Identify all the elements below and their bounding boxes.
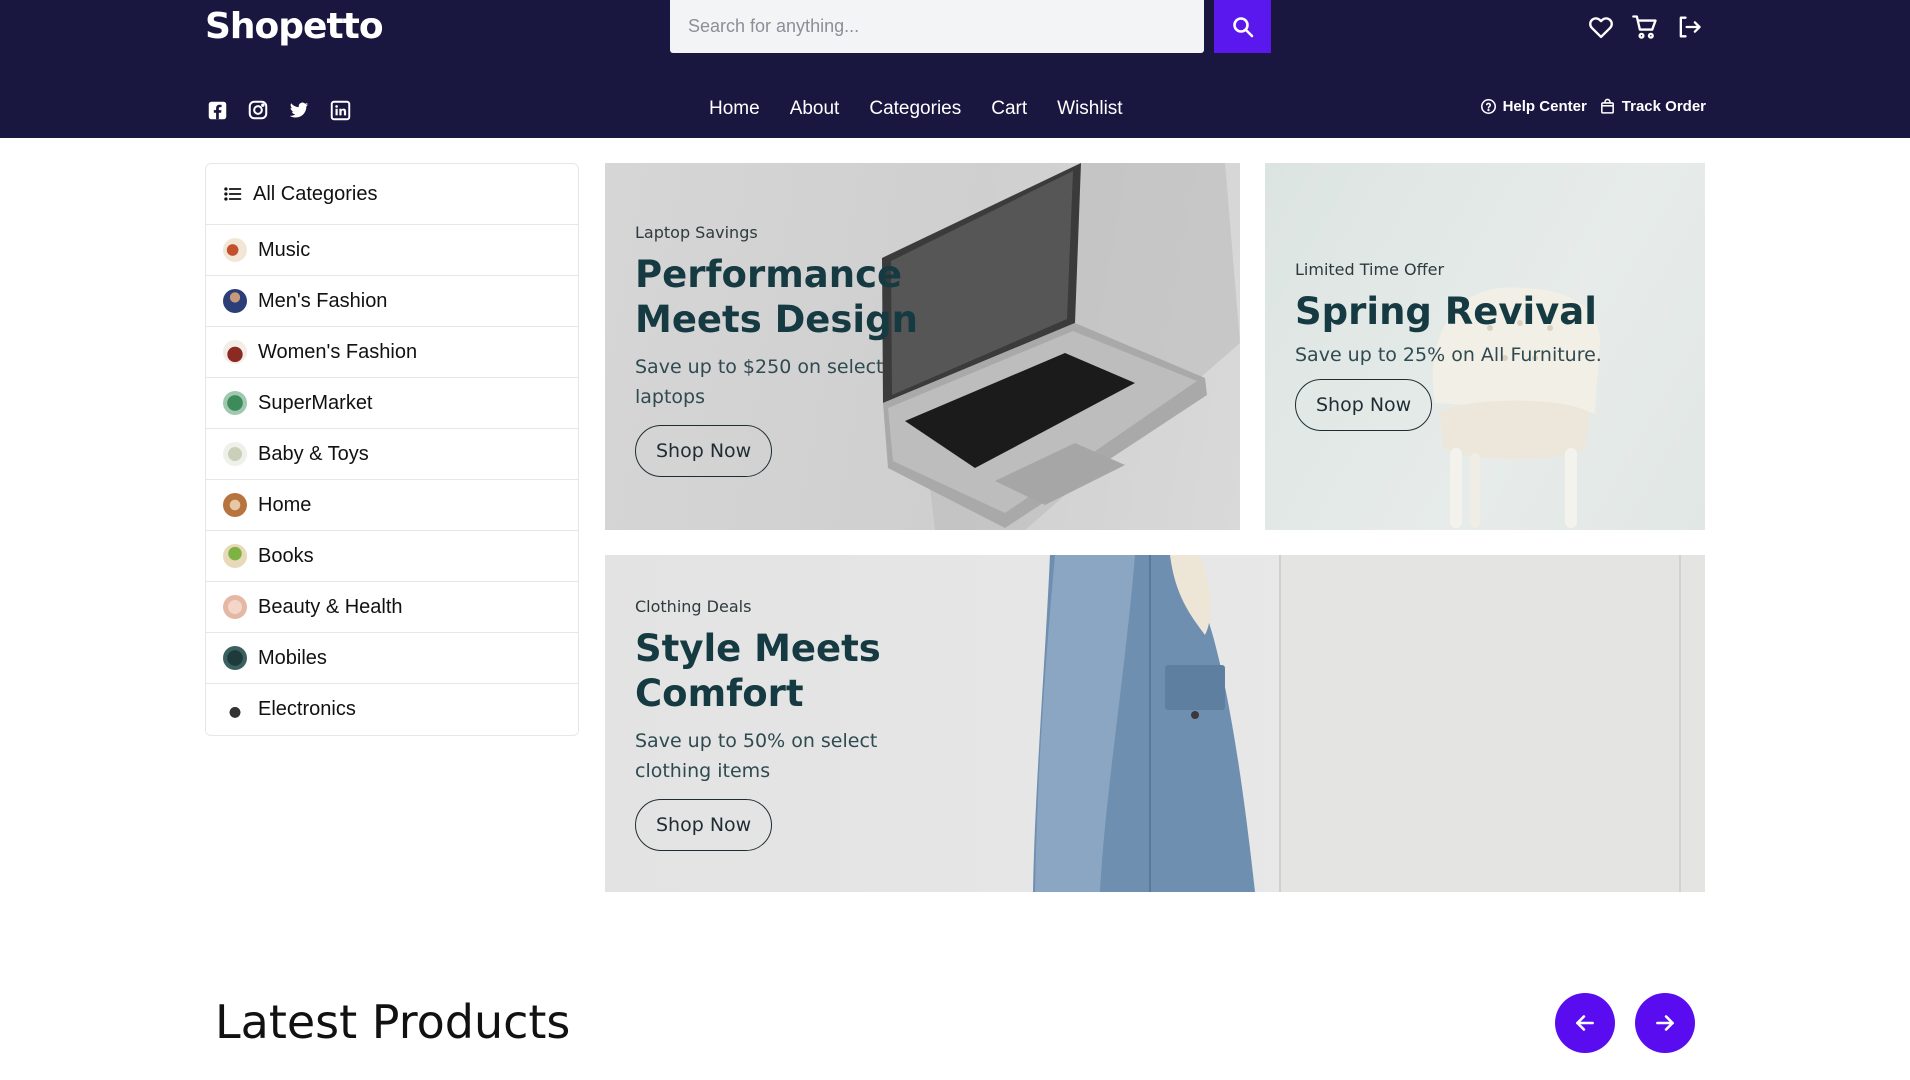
mens-fashion-thumbnail-icon bbox=[223, 289, 247, 313]
heart-icon bbox=[1589, 17, 1613, 39]
site-header: Shopetto Home About Categories Cart Wish… bbox=[0, 0, 1910, 138]
nav-categories[interactable]: Categories bbox=[869, 96, 961, 122]
music-thumbnail-icon bbox=[223, 238, 247, 262]
category-supermarket[interactable]: SuperMarket bbox=[206, 378, 578, 429]
furniture-banner: Limited Time Offer Spring Revival Save u… bbox=[1265, 163, 1705, 530]
arrow-right-icon bbox=[1656, 1015, 1674, 1031]
category-label: Books bbox=[258, 544, 314, 567]
list-icon bbox=[224, 187, 242, 201]
laptop-banner-subtitle: Save up to $250 on select laptops bbox=[635, 352, 918, 412]
beauty-health-thumbnail-icon bbox=[223, 595, 247, 619]
wishlist-heart-button[interactable] bbox=[1584, 10, 1618, 44]
category-label: Music bbox=[258, 238, 311, 261]
track-order-link[interactable]: Track Order bbox=[1599, 98, 1706, 115]
all-categories-label: All Categories bbox=[253, 182, 378, 205]
nav-cart[interactable]: Cart bbox=[991, 96, 1027, 122]
mobiles-thumbnail-icon bbox=[223, 646, 247, 670]
category-beauty-health[interactable]: Beauty & Health bbox=[206, 582, 578, 633]
all-categories-header[interactable]: All Categories bbox=[206, 164, 578, 225]
laptop-banner-subtitle-line1: Save up to $250 on select bbox=[635, 356, 884, 378]
category-sidebar: All Categories Music Men's Fashion Women… bbox=[205, 163, 579, 736]
laptop-banner: Laptop Savings Performance Meets Design … bbox=[605, 163, 1240, 530]
linkedin-icon[interactable] bbox=[328, 98, 352, 122]
laptop-banner-title-line1: Performance bbox=[635, 253, 903, 296]
help-center-link[interactable]: Help Center bbox=[1480, 98, 1587, 115]
category-mens-fashion[interactable]: Men's Fashion bbox=[206, 276, 578, 327]
baby-toys-thumbnail-icon bbox=[223, 442, 247, 466]
help-circle-icon bbox=[1480, 98, 1496, 115]
help-center-label: Help Center bbox=[1502, 98, 1587, 115]
category-label: Baby & Toys bbox=[258, 442, 369, 465]
laptop-banner-subtitle-line2: laptops bbox=[635, 386, 706, 408]
category-music[interactable]: Music bbox=[206, 225, 578, 276]
clothing-banner-eyebrow: Clothing Deals bbox=[635, 597, 752, 616]
facebook-icon[interactable] bbox=[205, 98, 229, 122]
furniture-shop-now-button[interactable]: Shop Now bbox=[1295, 379, 1433, 431]
utility-links: Help Center Track Order bbox=[1480, 98, 1706, 115]
category-label: Mobiles bbox=[258, 646, 327, 669]
category-electronics[interactable]: Electronics bbox=[206, 684, 578, 735]
latest-products-heading: Latest Products bbox=[215, 995, 571, 1049]
carousel-next-button[interactable] bbox=[1635, 993, 1695, 1053]
laptop-banner-title-line2: Meets Design bbox=[635, 298, 918, 341]
clothing-banner-subtitle-line2: clothing items bbox=[635, 760, 771, 782]
cart-icon bbox=[1632, 15, 1657, 39]
clothing-banner-subtitle: Save up to 50% on select clothing items bbox=[635, 726, 881, 786]
furniture-banner-subtitle: Save up to 25% on All Furniture. bbox=[1295, 344, 1602, 366]
logout-button[interactable] bbox=[1672, 10, 1706, 44]
home-thumbnail-icon bbox=[223, 493, 247, 517]
cart-button[interactable] bbox=[1628, 10, 1662, 44]
category-womens-fashion[interactable]: Women's Fashion bbox=[206, 327, 578, 378]
category-label: Men's Fashion bbox=[258, 289, 388, 312]
supermarket-thumbnail-icon bbox=[223, 391, 247, 415]
instagram-icon[interactable] bbox=[246, 98, 270, 122]
search-button[interactable] bbox=[1214, 0, 1271, 53]
furniture-banner-title: Spring Revival bbox=[1295, 290, 1597, 333]
laptop-banner-title: Performance Meets Design bbox=[635, 252, 918, 342]
carousel-prev-button[interactable] bbox=[1555, 993, 1615, 1053]
clothing-banner-title-line1: Style Meets bbox=[635, 627, 881, 670]
books-thumbnail-icon bbox=[223, 544, 247, 568]
arrow-left-icon bbox=[1576, 1015, 1594, 1031]
clothing-banner-title: Style Meets Comfort bbox=[635, 626, 881, 716]
search-icon bbox=[1232, 16, 1253, 37]
clothing-banner-subtitle-line1: Save up to 50% on select bbox=[635, 730, 878, 752]
clothing-banner: Clothing Deals Style Meets Comfort Save … bbox=[605, 555, 1705, 892]
main-nav: Home About Categories Cart Wishlist bbox=[709, 96, 1123, 122]
category-label: Home bbox=[258, 493, 312, 516]
nav-about[interactable]: About bbox=[790, 96, 840, 122]
site-logo[interactable]: Shopetto bbox=[205, 2, 384, 52]
search-input[interactable] bbox=[670, 0, 1204, 53]
category-mobiles[interactable]: Mobiles bbox=[206, 633, 578, 684]
category-label: Beauty & Health bbox=[258, 595, 403, 618]
track-order-label: Track Order bbox=[1621, 98, 1706, 115]
nav-home[interactable]: Home bbox=[709, 96, 760, 122]
social-links bbox=[205, 98, 352, 122]
clothing-banner-title-line2: Comfort bbox=[635, 672, 804, 715]
category-label: Women's Fashion bbox=[258, 340, 418, 363]
bag-icon bbox=[1600, 98, 1614, 114]
laptop-banner-eyebrow: Laptop Savings bbox=[635, 223, 758, 242]
category-label: SuperMarket bbox=[258, 391, 373, 414]
nav-wishlist[interactable]: Wishlist bbox=[1057, 96, 1122, 122]
search-bar bbox=[670, 0, 1204, 53]
logout-icon bbox=[1679, 16, 1701, 38]
category-home[interactable]: Home bbox=[206, 480, 578, 531]
category-label: Electronics bbox=[258, 698, 356, 720]
clothing-shop-now-button[interactable]: Shop Now bbox=[635, 799, 773, 851]
furniture-banner-eyebrow: Limited Time Offer bbox=[1295, 260, 1445, 279]
laptop-shop-now-button[interactable]: Shop Now bbox=[635, 425, 773, 477]
womens-fashion-thumbnail-icon bbox=[223, 340, 247, 364]
twitter-icon[interactable] bbox=[287, 98, 311, 122]
electronics-thumbnail-icon bbox=[223, 697, 247, 722]
category-baby-toys[interactable]: Baby & Toys bbox=[206, 429, 578, 480]
category-books[interactable]: Books bbox=[206, 531, 578, 582]
